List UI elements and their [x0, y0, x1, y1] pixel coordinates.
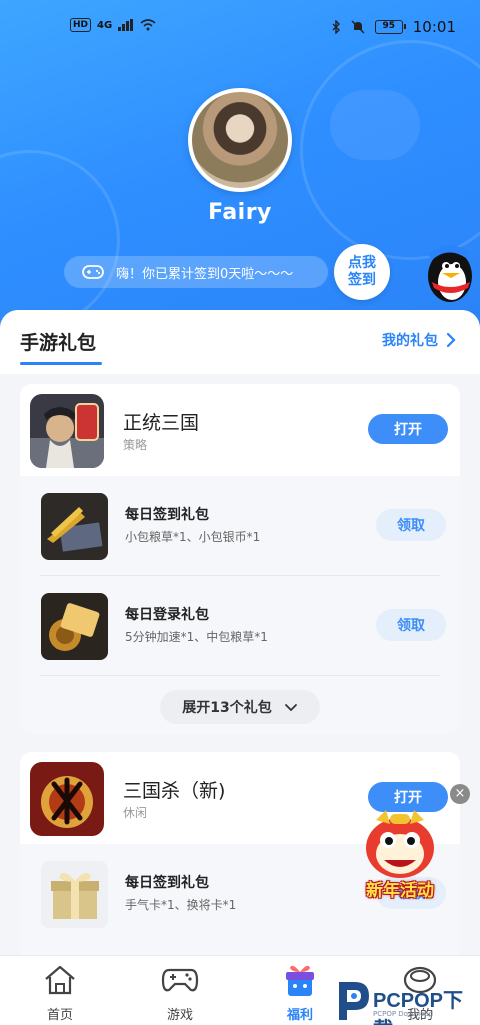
- battery-icon: 95: [374, 20, 406, 34]
- gift-box-icon: [280, 962, 320, 998]
- game-category: 策略: [123, 438, 148, 452]
- my-gifts-label: 我的礼包: [382, 333, 438, 349]
- signin-button[interactable]: 点我 签到: [334, 244, 390, 300]
- claim-gift-label: 领取: [397, 518, 425, 534]
- username: Fairy: [208, 200, 272, 225]
- new-year-promo[interactable]: 新年活动: [350, 804, 450, 908]
- gift-description: 手气卡*1、换将卡*1: [125, 898, 237, 912]
- nav-label: 首页: [46, 1008, 73, 1023]
- gift-name: 每日签到礼包: [125, 507, 209, 523]
- game-icon[interactable]: [30, 762, 104, 836]
- expand-gifts-label: 展开13个礼包: [182, 700, 272, 716]
- expand-gifts-button[interactable]: 展开13个礼包: [160, 690, 320, 724]
- gift-list: 每日签到礼包 小包粮草*1、小包银币*1 领取 每日登录礼包 5分钟加速*1、中…: [20, 476, 460, 734]
- gift-description: 5分钟加速*1、中包粮草*1: [125, 630, 268, 644]
- lion-dance-icon: [366, 810, 434, 878]
- promo-label: 新年活动: [366, 881, 434, 901]
- gift-thumbnail: [41, 493, 108, 560]
- gift-item: 每日签到礼包 小包粮草*1、小包银币*1 领取: [20, 476, 460, 576]
- chevron-right-icon: [446, 332, 456, 348]
- bluetooth-icon: [332, 20, 340, 34]
- close-promo-button[interactable]: ×: [450, 784, 470, 804]
- hd-icon: HD: [70, 18, 92, 32]
- profile-header: HD 4G 95 10:01 Fairy 嗨！你已累计签到0天啦～～～ 点我 签…: [0, 0, 480, 340]
- watermark-subtext: PCPOP Download: [373, 1010, 434, 1018]
- game-category: 休闲: [123, 806, 148, 820]
- open-game-label: 打开: [394, 422, 422, 438]
- game-icon[interactable]: [30, 394, 104, 468]
- signin-status-text: 嗨！你已累计签到0天啦～～～: [116, 266, 294, 282]
- background-decoration: [0, 150, 120, 330]
- mute-icon: [351, 20, 365, 34]
- site-watermark: PCPOP下载 PCPOP Download: [333, 978, 478, 1025]
- gamepad-icon: [82, 265, 104, 279]
- watermark-text: PCPOP下载: [373, 990, 464, 1025]
- gift-thumbnail: [41, 593, 108, 660]
- nav-label: 游戏: [166, 1008, 193, 1023]
- nav-item-home[interactable]: 首页: [0, 956, 120, 1025]
- game-row: 正统三国 策略 打开: [20, 384, 460, 476]
- my-gifts-link[interactable]: 我的礼包: [382, 330, 456, 350]
- network-type: 4G: [97, 19, 113, 31]
- home-icon: [40, 962, 80, 998]
- game-gift-card: 正统三国 策略 打开 每日签到礼包 小包粮草*1、小包银币*1 领取 每日登录礼…: [20, 384, 460, 734]
- signin-button-label: 点我 签到: [348, 255, 376, 288]
- section-header: 手游礼包 我的礼包: [0, 310, 480, 374]
- section-title: 手游礼包: [20, 332, 97, 354]
- wifi-icon: [140, 19, 156, 31]
- game-name: 三国杀（新): [123, 780, 226, 802]
- claim-gift-button[interactable]: 领取: [376, 609, 446, 641]
- gift-name: 每日签到礼包: [125, 875, 209, 891]
- chevron-down-icon: [284, 703, 297, 711]
- game-name: 正统三国: [123, 412, 200, 434]
- avatar[interactable]: [188, 88, 292, 192]
- clock: 10:01: [412, 18, 456, 36]
- status-bar: HD 4G 95 10:01: [0, 0, 480, 56]
- nav-item-games[interactable]: 游戏: [120, 956, 240, 1025]
- gamepad-icon: [160, 962, 200, 998]
- gift-item: 每日登录礼包 5分钟加速*1、中包粮草*1 领取: [20, 576, 460, 676]
- open-game-button[interactable]: 打开: [368, 414, 448, 444]
- claim-gift-button[interactable]: 领取: [376, 509, 446, 541]
- gift-description: 小包粮草*1、小包银币*1: [125, 530, 261, 544]
- background-decoration: [330, 90, 420, 160]
- pcpop-logo-icon: [339, 982, 369, 1020]
- claim-gift-label: 领取: [397, 618, 425, 634]
- signal-icon: [118, 19, 134, 31]
- section-title-underline: [20, 362, 102, 365]
- penguin-mascot-icon: [428, 245, 472, 302]
- gift-thumbnail: [41, 861, 108, 928]
- signin-status-banner: 嗨！你已累计签到0天啦～～～: [64, 256, 328, 288]
- gift-name: 每日登录礼包: [125, 607, 209, 623]
